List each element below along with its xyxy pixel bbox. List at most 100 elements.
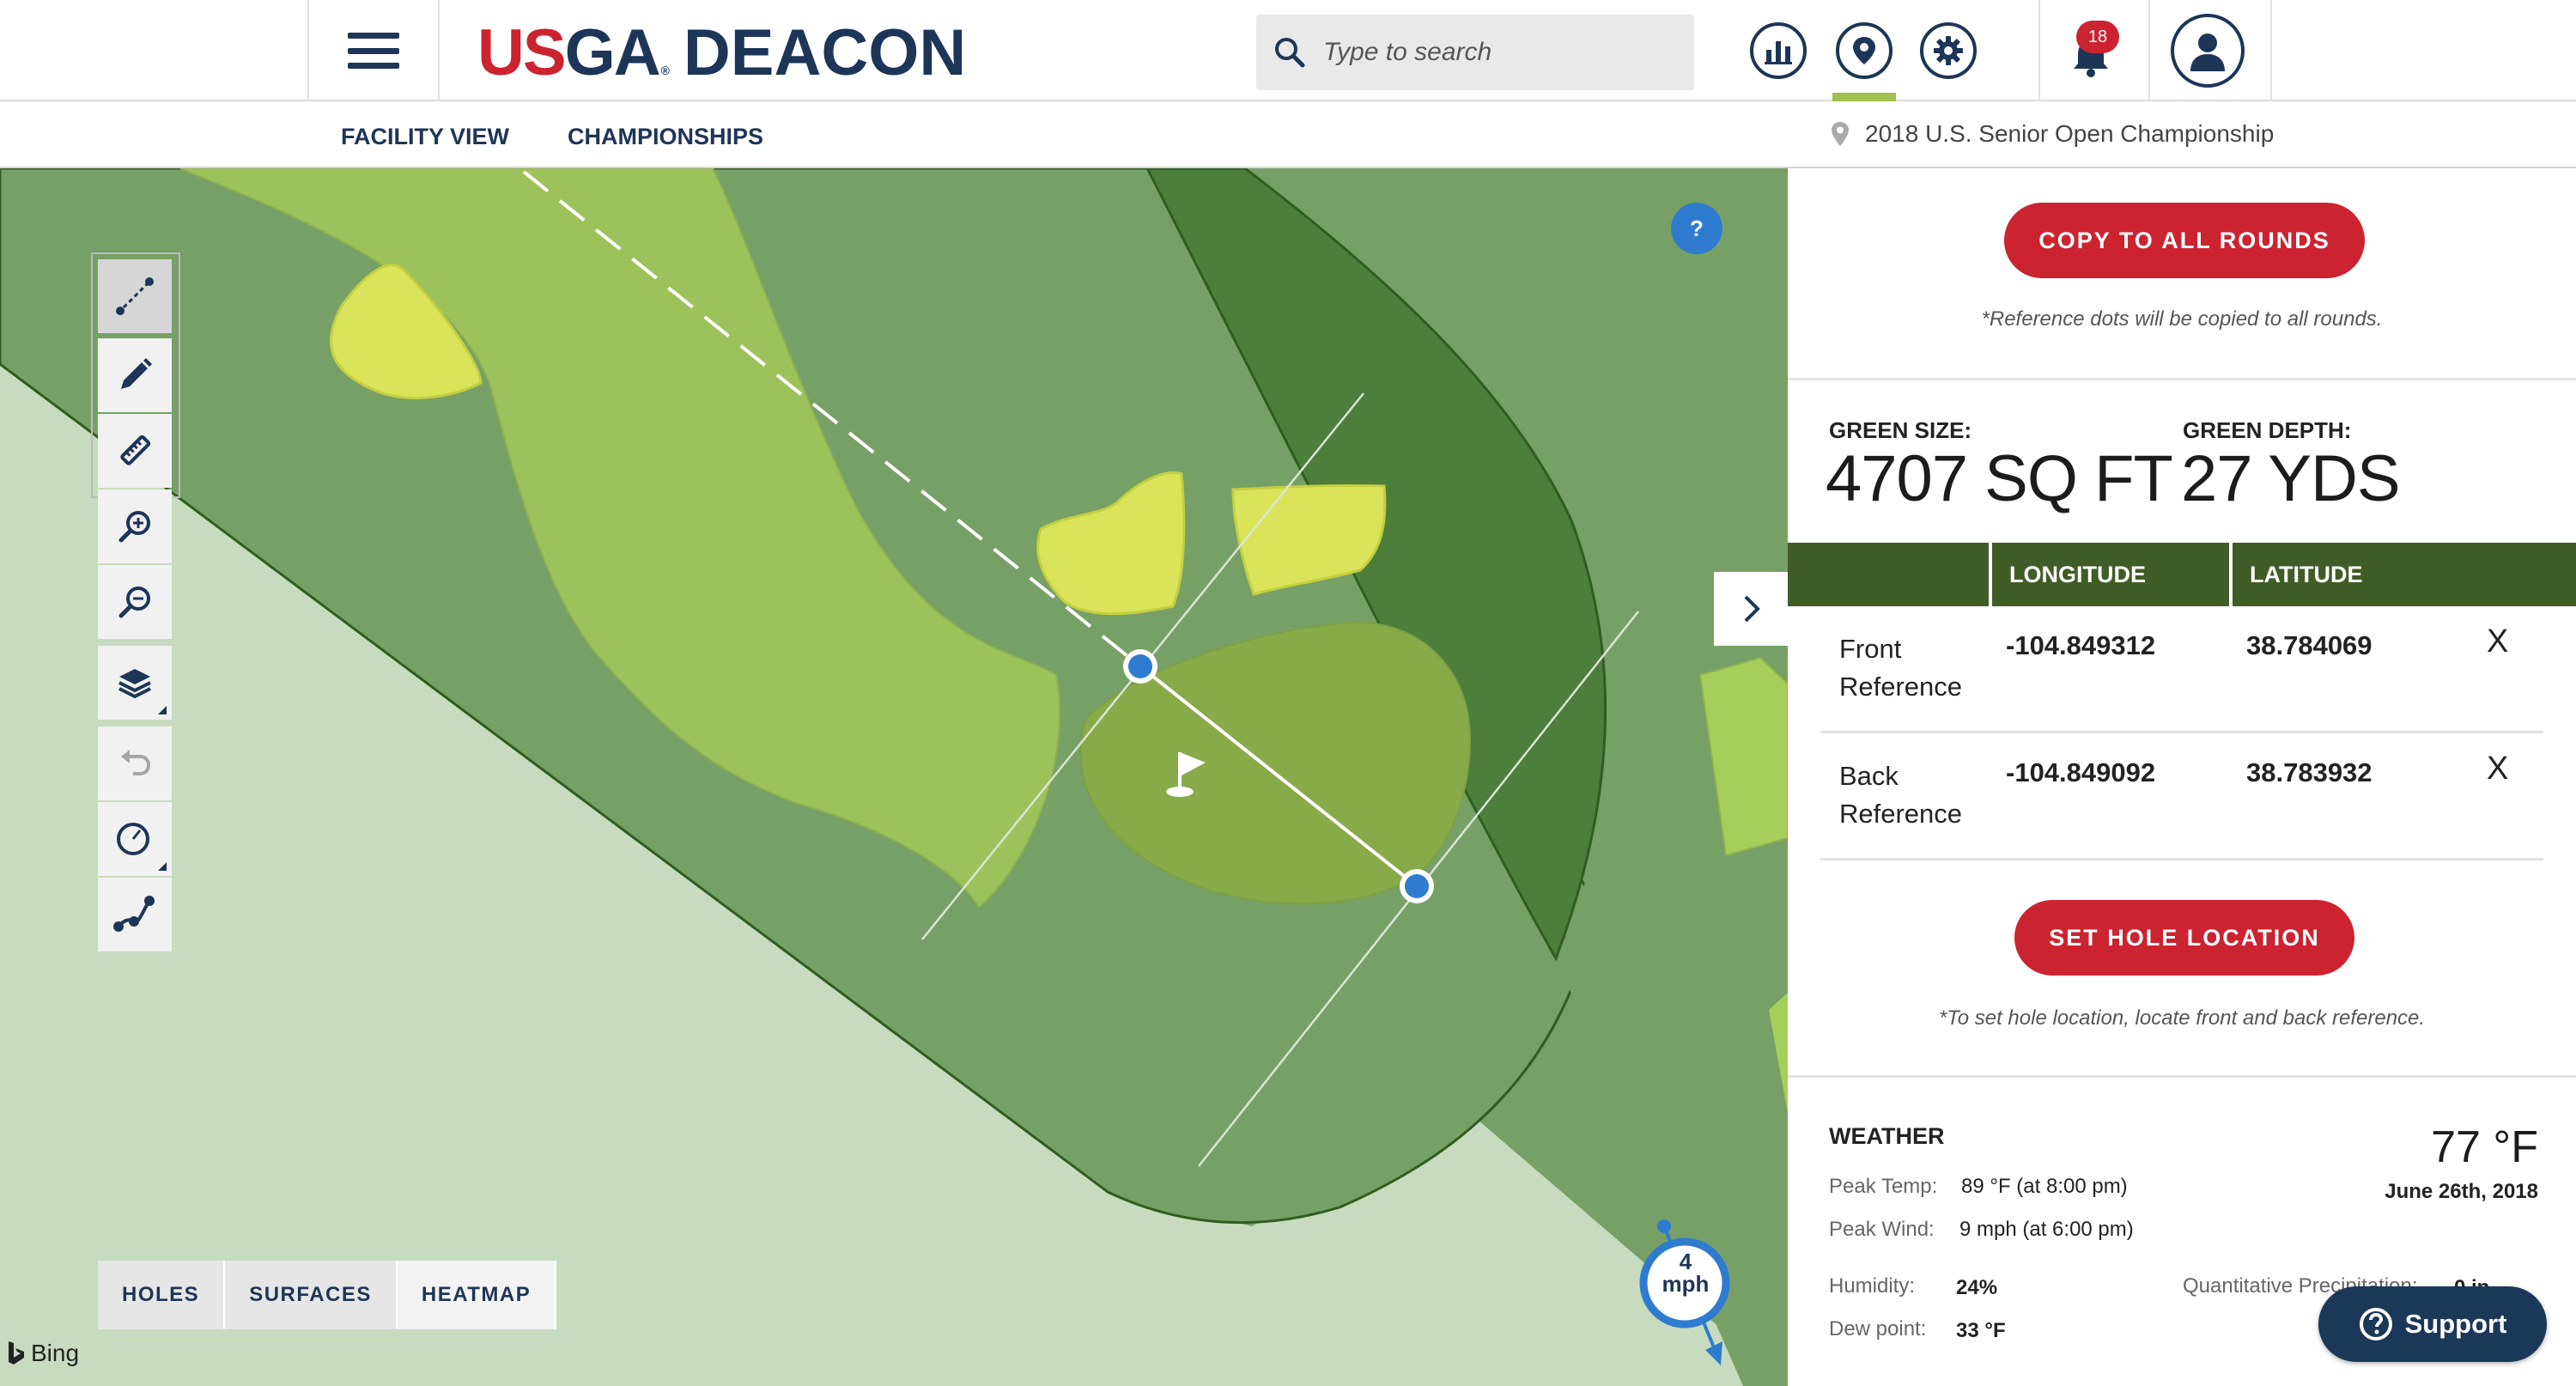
circle-tool[interactable] — [98, 802, 172, 876]
header-divider — [438, 0, 440, 101]
humidity-label: Humidity: — [1829, 1274, 1916, 1298]
latitude-header: LATITUDE — [2250, 561, 2363, 587]
championships-link[interactable]: CHAMPIONSHIPS — [568, 124, 763, 150]
question-icon: ? — [1690, 215, 1704, 241]
logo-us: US — [477, 16, 567, 89]
green-depth-value: 27 YDS — [2181, 442, 2401, 515]
help-button[interactable]: ? — [1671, 203, 1722, 254]
map-terrain — [0, 168, 1788, 1386]
stats-button[interactable] — [1750, 22, 1807, 79]
table-row: Front Reference -104.849312 38.784069 X — [1820, 606, 2543, 733]
settings-button[interactable] — [1920, 22, 1977, 79]
settings-icon — [1934, 36, 1963, 65]
map-attribution: Bing — [7, 1340, 79, 1367]
support-label: Support — [2404, 1309, 2507, 1339]
current-event[interactable]: 2018 U.S. Senior Open Championship — [1831, 120, 2274, 148]
search-icon — [1275, 38, 1305, 68]
ruler-tool[interactable] — [98, 414, 172, 488]
zoom-out-tool[interactable] — [98, 565, 172, 639]
reference-longitude: -104.849312 — [2006, 630, 2156, 660]
sub-navigation: FACILITY VIEW CHAMPIONSHIPS 2018 U.S. Se… — [0, 103, 2576, 168]
green-depth-label: GREEN DEPTH: — [2183, 417, 2352, 443]
pin-icon — [1832, 122, 1849, 146]
active-nav-indicator — [1832, 93, 1896, 101]
peak-wind-label: Peak Wind: — [1829, 1218, 1935, 1241]
copy-to-all-rounds-button[interactable]: COPY TO ALL ROUNDS — [2004, 203, 2365, 278]
path-tool[interactable] — [98, 878, 172, 951]
front-reference-marker[interactable] — [1123, 649, 1157, 684]
stats-icon — [1765, 41, 1792, 64]
menu-icon — [348, 33, 399, 69]
zoom-out-icon — [118, 587, 150, 618]
user-avatar[interactable] — [2171, 14, 2245, 88]
delete-front-reference-button[interactable]: X — [2487, 623, 2508, 660]
panel-toggle-button[interactable] — [1714, 572, 1788, 646]
green-size-label: GREEN SIZE: — [1829, 417, 1972, 443]
peak-temp-label: Peak Temp: — [1829, 1175, 1938, 1198]
wind-indicator: 4 mph — [1645, 1250, 1726, 1295]
chevron-right-icon — [1744, 595, 1760, 623]
current-temperature: 77 °F — [2431, 1122, 2538, 1172]
delete-back-reference-button[interactable]: X — [2487, 751, 2508, 787]
logo-product-name: DEACON — [683, 16, 967, 89]
logo-registered: ® — [660, 64, 670, 77]
measure-line-tool[interactable] — [98, 259, 172, 333]
section-divider — [1788, 378, 2576, 380]
facility-view-link[interactable]: FACILITY VIEW — [341, 124, 509, 150]
dew-point-value: 33 °F — [1956, 1319, 2006, 1342]
pencil-icon — [121, 358, 152, 389]
search-input[interactable] — [1323, 38, 1684, 67]
tab-holes[interactable]: HOLES — [98, 1261, 226, 1329]
wind-speed: 4 — [1679, 1249, 1692, 1274]
support-button[interactable]: Support — [2318, 1286, 2547, 1362]
location-button[interactable] — [1836, 22, 1893, 79]
circle-tool-dropdown-indicator — [158, 862, 167, 871]
map-layer-tabs: HOLES SURFACES HEATMAP — [98, 1261, 557, 1329]
usga-deacon-logo[interactable]: US GA ® DEACON — [477, 15, 966, 89]
bing-icon — [9, 1341, 24, 1365]
zoom-in-icon — [118, 511, 150, 543]
wind-unit: mph — [1662, 1271, 1710, 1297]
peak-temp-value: 89 °F (at 8:00 pm) — [1961, 1175, 2128, 1198]
section-divider — [1788, 1075, 2576, 1078]
undo-icon — [121, 750, 151, 775]
tab-heatmap[interactable]: HEATMAP — [397, 1261, 557, 1329]
reference-latitude: 38.784069 — [2246, 630, 2372, 660]
course-map[interactable]: ? HOLES SURFACES HEATMAP Bing 4 mph — [0, 168, 1788, 1386]
layers-dropdown-indicator — [158, 706, 167, 714]
dew-point-label: Dew point: — [1829, 1317, 1927, 1340]
tab-surfaces[interactable]: SURFACES — [225, 1261, 398, 1329]
question-circle-icon — [2359, 1308, 2392, 1340]
header-separator — [2229, 543, 2233, 606]
search-box[interactable] — [1256, 15, 1694, 90]
path-tool-icon — [113, 896, 155, 932]
measure-line-icon — [116, 277, 154, 315]
event-name-label: 2018 U.S. Senior Open Championship — [1865, 120, 2275, 147]
reference-name: Back Reference — [1839, 761, 1963, 829]
weather-title: WEATHER — [1829, 1123, 1945, 1149]
back-reference-marker[interactable] — [1400, 869, 1434, 903]
draw-tool[interactable] — [98, 338, 172, 412]
top-header: US GA ® DEACON Type to search 18 — [0, 0, 2576, 101]
location-icon — [1853, 37, 1875, 64]
table-row: Back Reference -104.849092 38.783932 X — [1820, 733, 2543, 860]
reference-longitude: -104.849092 — [2006, 757, 2156, 787]
logo-ga: GA — [564, 16, 661, 89]
layers-tool[interactable] — [98, 646, 172, 720]
header-divider — [2038, 0, 2040, 101]
hole-details-panel: COPY TO ALL ROUNDS *Reference dots will … — [1788, 168, 2576, 1386]
undo-tool[interactable] — [98, 726, 172, 800]
peak-wind-value: 9 mph (at 6:00 pm) — [1959, 1218, 2134, 1241]
zoom-in-tool[interactable] — [98, 489, 172, 563]
longitude-header: LONGITUDE — [2009, 561, 2146, 587]
user-icon — [2190, 33, 2225, 71]
reference-table-header: LONGITUDE LATITUDE — [1788, 543, 2576, 606]
bing-label: Bing — [31, 1340, 80, 1366]
header-divider — [2270, 0, 2272, 101]
reference-name: Front Reference — [1839, 634, 1963, 702]
menu-button[interactable] — [309, 0, 438, 101]
weather-date: June 26th, 2018 — [2385, 1180, 2538, 1203]
humidity-value: 24% — [1956, 1276, 1998, 1299]
set-hole-location-button[interactable]: SET HOLE LOCATION — [2014, 900, 2354, 976]
header-separator — [1989, 543, 1992, 606]
